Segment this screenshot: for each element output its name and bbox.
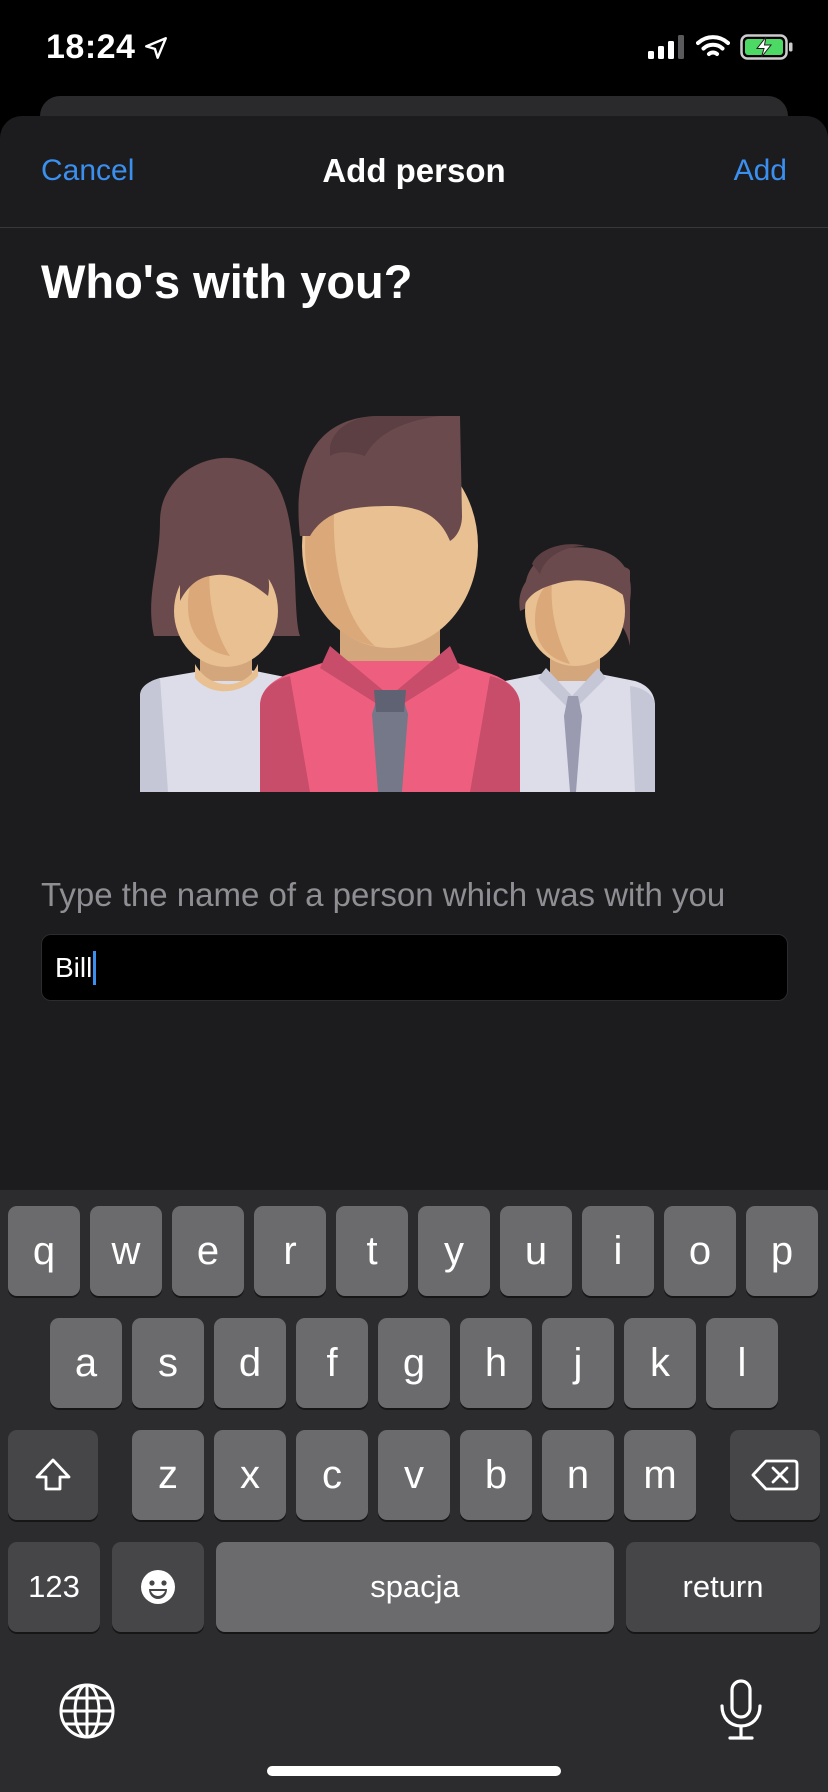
person-name-text: Bill	[55, 952, 93, 983]
key-t[interactable]: t	[336, 1206, 408, 1296]
page-heading: Who's with you?	[41, 255, 413, 308]
key-j[interactable]: j	[542, 1318, 614, 1408]
key-p[interactable]: p	[746, 1206, 818, 1296]
microphone-icon[interactable]	[718, 1678, 764, 1742]
space-key[interactable]: spacja	[216, 1542, 614, 1632]
person-name-value: Bill	[55, 951, 97, 985]
key-n[interactable]: n	[542, 1430, 614, 1520]
key-r[interactable]: r	[254, 1206, 326, 1296]
keyboard: q w e r t y u i o p a s d f g h j k l z …	[0, 1190, 828, 1792]
status-time: 18:24	[46, 28, 169, 67]
people-illustration	[140, 416, 655, 792]
status-bar: 18:24	[0, 0, 828, 100]
nav-bar: Cancel Add person Add	[0, 116, 828, 228]
key-v[interactable]: v	[378, 1430, 450, 1520]
delete-icon	[751, 1459, 799, 1491]
man-figure	[260, 416, 520, 792]
key-u[interactable]: u	[500, 1206, 572, 1296]
key-a[interactable]: a	[50, 1318, 122, 1408]
return-key[interactable]: return	[626, 1542, 820, 1632]
name-prompt: Type the name of a person which was with…	[41, 876, 726, 913]
key-x[interactable]: x	[214, 1430, 286, 1520]
signal-icon	[648, 35, 684, 59]
delete-key[interactable]	[730, 1430, 820, 1520]
status-time-text: 18:24	[46, 28, 136, 66]
key-m[interactable]: m	[624, 1430, 696, 1520]
wifi-icon	[696, 35, 730, 56]
key-d[interactable]: d	[214, 1318, 286, 1408]
key-l[interactable]: l	[706, 1318, 778, 1408]
key-k[interactable]: k	[624, 1318, 696, 1408]
home-indicator[interactable]	[267, 1766, 561, 1776]
key-g[interactable]: g	[378, 1318, 450, 1408]
shift-icon	[35, 1458, 71, 1491]
key-e[interactable]: e	[172, 1206, 244, 1296]
add-button[interactable]: Add	[734, 154, 787, 188]
key-f[interactable]: f	[296, 1318, 368, 1408]
key-y[interactable]: y	[418, 1206, 490, 1296]
nav-title: Add person	[322, 152, 506, 189]
key-z[interactable]: z	[132, 1430, 204, 1520]
emoji-key[interactable]	[112, 1542, 204, 1632]
emoji-icon	[141, 1570, 175, 1604]
key-s[interactable]: s	[132, 1318, 204, 1408]
battery-charging-icon	[740, 34, 793, 60]
text-caret	[93, 951, 97, 985]
key-q[interactable]: q	[8, 1206, 80, 1296]
status-icons	[648, 34, 794, 60]
key-o[interactable]: o	[664, 1206, 736, 1296]
shift-key[interactable]	[8, 1430, 98, 1520]
key-h[interactable]: h	[460, 1318, 532, 1408]
location-arrow-icon	[145, 36, 168, 59]
key-i[interactable]: i	[582, 1206, 654, 1296]
key-b[interactable]: b	[460, 1430, 532, 1520]
key-w[interactable]: w	[90, 1206, 162, 1296]
screen: 18:24 Cancel Add person Add Who's with y…	[0, 0, 828, 1792]
numbers-key[interactable]: 123	[8, 1542, 100, 1632]
globe-icon[interactable]	[58, 1682, 116, 1740]
person-name-input[interactable]: Bill	[41, 934, 788, 1001]
key-c[interactable]: c	[296, 1430, 368, 1520]
